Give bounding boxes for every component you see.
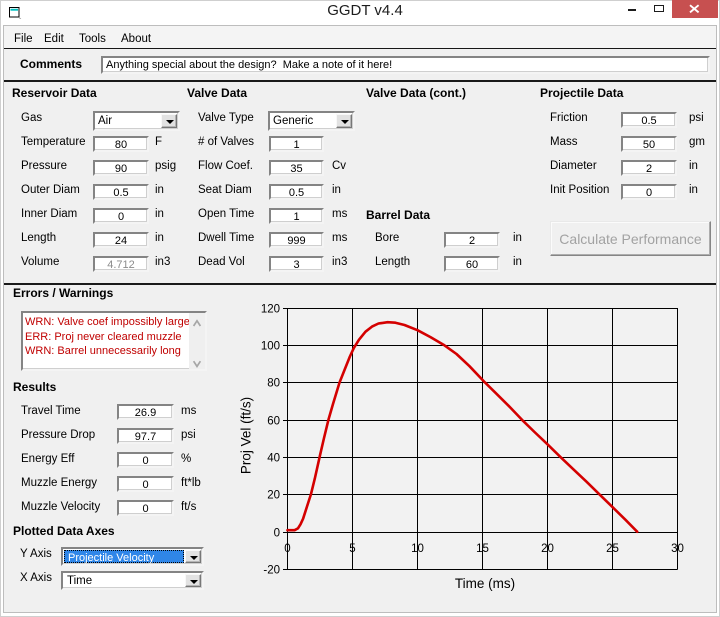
svg-text:10: 10	[411, 543, 424, 555]
svg-text:40: 40	[267, 453, 280, 465]
svg-text:60: 60	[267, 416, 280, 428]
svg-text:120: 120	[261, 304, 280, 316]
svg-text:20: 20	[267, 490, 280, 502]
svg-text:-20: -20	[263, 565, 280, 577]
svg-text:15: 15	[476, 543, 489, 555]
svg-text:0: 0	[284, 543, 290, 555]
svg-text:25: 25	[606, 543, 619, 555]
svg-text:80: 80	[267, 378, 280, 390]
svg-text:Proj Vel (ft/s): Proj Vel (ft/s)	[239, 397, 254, 474]
svg-text:0: 0	[274, 528, 280, 540]
svg-text:Time (ms): Time (ms)	[455, 576, 515, 591]
svg-text:5: 5	[349, 543, 355, 555]
svg-text:20: 20	[541, 543, 554, 555]
svg-text:100: 100	[261, 341, 280, 353]
svg-text:30: 30	[671, 543, 684, 555]
